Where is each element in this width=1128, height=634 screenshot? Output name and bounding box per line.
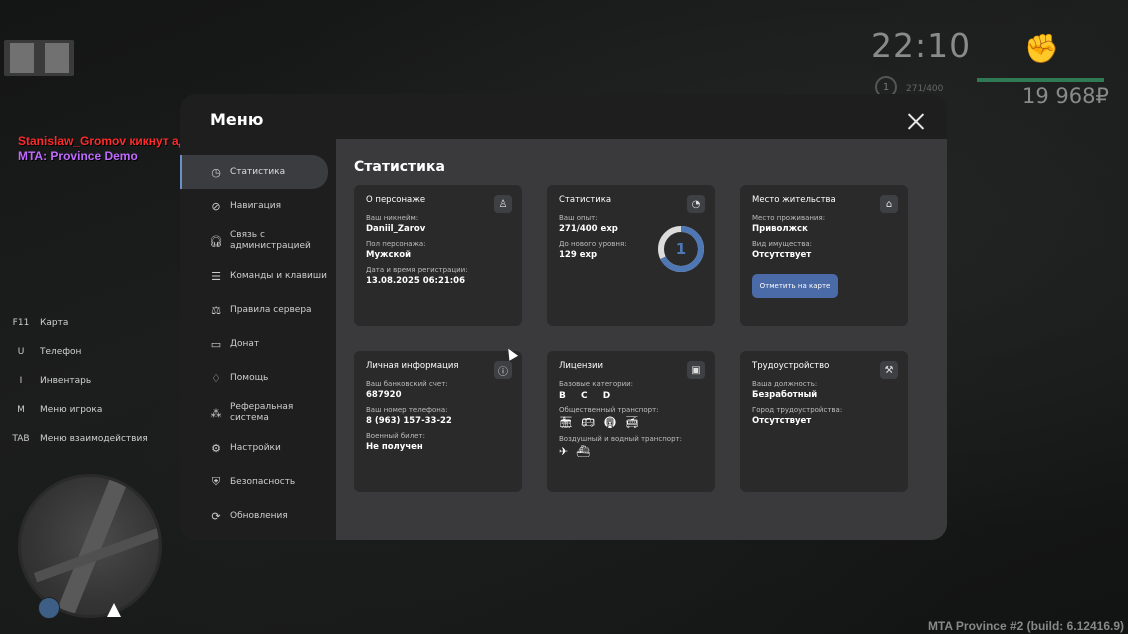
info-icon: ⓘ <box>494 361 512 379</box>
job-position-value: Безработный <box>752 390 818 400</box>
player-arrow-icon <box>107 603 121 617</box>
server-logo <box>4 40 74 76</box>
handshake-icon: ♢ <box>211 371 221 385</box>
hotkey-interaction: TAB Меню взаимодействия <box>12 433 148 444</box>
card-character: О персонаже ♙ Ваш никнейм: Daniil_Zarov … <box>354 185 522 326</box>
health-bar <box>977 78 1104 82</box>
scales-icon: ⚖ <box>211 303 221 317</box>
menu-sidebar: ◷ Статистика ⊘ Навигация 🎧︎ Связь с адми… <box>180 155 336 533</box>
air-water-licenses: ✈ ⛴ <box>559 445 703 458</box>
nav-item-security[interactable]: ⛨ Безопасность <box>180 465 336 499</box>
tram-icon: 🚋︎ <box>559 416 573 429</box>
bus-blip-icon <box>38 597 60 619</box>
property-value: Отсутствует <box>752 250 812 260</box>
content-panel: Статистика О персонаже ♙ Ваш никнейм: Da… <box>336 139 947 540</box>
level-progress-ring: 1 <box>658 226 704 272</box>
card-stats: Статистика ◔ Ваш опыт: 271/400 exp До но… <box>547 185 715 326</box>
hud-clock: 22:10 <box>871 26 972 65</box>
headset-icon: 🎧︎ <box>209 234 223 248</box>
hud-money: 19 968₽ <box>1022 84 1109 108</box>
level-number: 1 <box>676 240 686 258</box>
nav-item-donate[interactable]: ▭ Донат <box>180 327 336 361</box>
card-residence: Место жительства ⌂ Место проживания: При… <box>740 185 908 326</box>
nav-item-referral[interactable]: ⁂ Реферальная система <box>180 395 336 431</box>
hotkey-map: F11 Карта <box>12 317 69 328</box>
residence-value: Приволжск <box>752 224 808 234</box>
bank-account-value: 687920 <box>366 390 402 400</box>
id-card-icon: ▣ <box>687 361 705 379</box>
network-icon: ⁂ <box>210 406 222 420</box>
hotkey-hints: F11 Карта U Телефон I Инвентарь M Меню игрок… <box>10 308 148 453</box>
nav-item-rules[interactable]: ⚖ Правила сервера <box>180 293 336 327</box>
card-title: Личная информация <box>366 361 459 371</box>
job-city-value: Отсутствует <box>752 416 812 426</box>
military-id-value: Не получен <box>366 442 423 452</box>
hotkey-player-menu: M Меню игрока <box>17 404 103 415</box>
shield-icon: ⛨ <box>211 475 221 488</box>
minimap <box>18 474 162 618</box>
registration-value: 13.08.2025 06:21:06 <box>366 276 466 286</box>
gear-icon: ⚙ <box>211 441 221 455</box>
section-title: Статистика <box>354 159 445 175</box>
base-license-categories: B C D <box>559 391 617 401</box>
menu-window: Меню ◷ Статистика ⊘ Навигация 🎧︎ Связь с… <box>180 94 947 540</box>
nav-item-settings[interactable]: ⚙ Настройки <box>180 431 336 465</box>
nav-item-navigation[interactable]: ⊘ Навигация <box>180 189 336 223</box>
gender-value: Мужской <box>366 250 412 260</box>
hotkey-inventory: I Инвентарь <box>19 375 92 386</box>
public-transport-licenses: 🚋︎ 🚌︎ 🚇︎ 🚎︎ <box>559 416 703 429</box>
clock-icon: ◷ <box>211 165 221 179</box>
phone-value: 8 (963) 157-33-22 <box>366 416 452 426</box>
nav-item-updates[interactable]: ⟳ Обновления <box>180 499 336 533</box>
compass-icon: ⊘ <box>211 199 221 213</box>
card-title: Место жительства <box>752 195 836 205</box>
list-icon: ☰ <box>211 269 221 283</box>
metro-icon: 🚇︎ <box>602 416 617 429</box>
menu-title: Меню <box>210 110 264 129</box>
nav-item-statistics[interactable]: ◷ Статистика <box>180 155 328 189</box>
plane-icon: ✈ <box>559 445 569 458</box>
card-title: О персонаже <box>366 195 426 205</box>
build-version: MTA Province #2 (build: 6.12416.9) <box>927 619 1124 633</box>
trolleybus-icon: 🚎︎ <box>624 416 639 429</box>
fist-icon: ✊ <box>1024 32 1059 65</box>
gauge-icon: ◔ <box>687 195 705 213</box>
close-button[interactable] <box>905 110 927 132</box>
hud-exp: 271/400 <box>906 84 944 94</box>
boat-icon: ⛴ <box>576 445 591 458</box>
tools-icon: ⚒ <box>880 361 898 379</box>
card-licenses: Лицензии ▣ Базовые категории: B C D Обще… <box>547 351 715 492</box>
chat-line: MTA: Province Demo <box>18 149 138 163</box>
card-employment: Трудоустройство ⚒ Ваша должность: Безраб… <box>740 351 908 492</box>
refresh-icon: ⟳ <box>211 509 221 523</box>
nickname-value: Daniil_Zarov <box>366 224 426 234</box>
card-title: Трудоустройство <box>752 361 830 371</box>
card-personal: Личная информация ⓘ Ваш банковский счет:… <box>354 351 522 492</box>
hotkey-phone: U Телефон <box>17 346 82 357</box>
card-title: Статистика <box>559 195 612 205</box>
mark-on-map-button[interactable]: Отметить на карте <box>752 274 838 298</box>
nav-item-help[interactable]: ♢ Помощь <box>180 361 336 395</box>
bus-icon: 🚌︎ <box>580 416 595 429</box>
card-title: Лицензии <box>559 361 604 371</box>
nav-item-admin-contact[interactable]: 🎧︎ Связь с администрацией <box>180 223 336 259</box>
home-icon: ⌂ <box>880 195 898 213</box>
wallet-icon: ▭ <box>210 337 222 351</box>
person-icon: ♙ <box>494 195 512 213</box>
nav-item-commands[interactable]: ☰ Команды и клавиши <box>180 259 336 293</box>
